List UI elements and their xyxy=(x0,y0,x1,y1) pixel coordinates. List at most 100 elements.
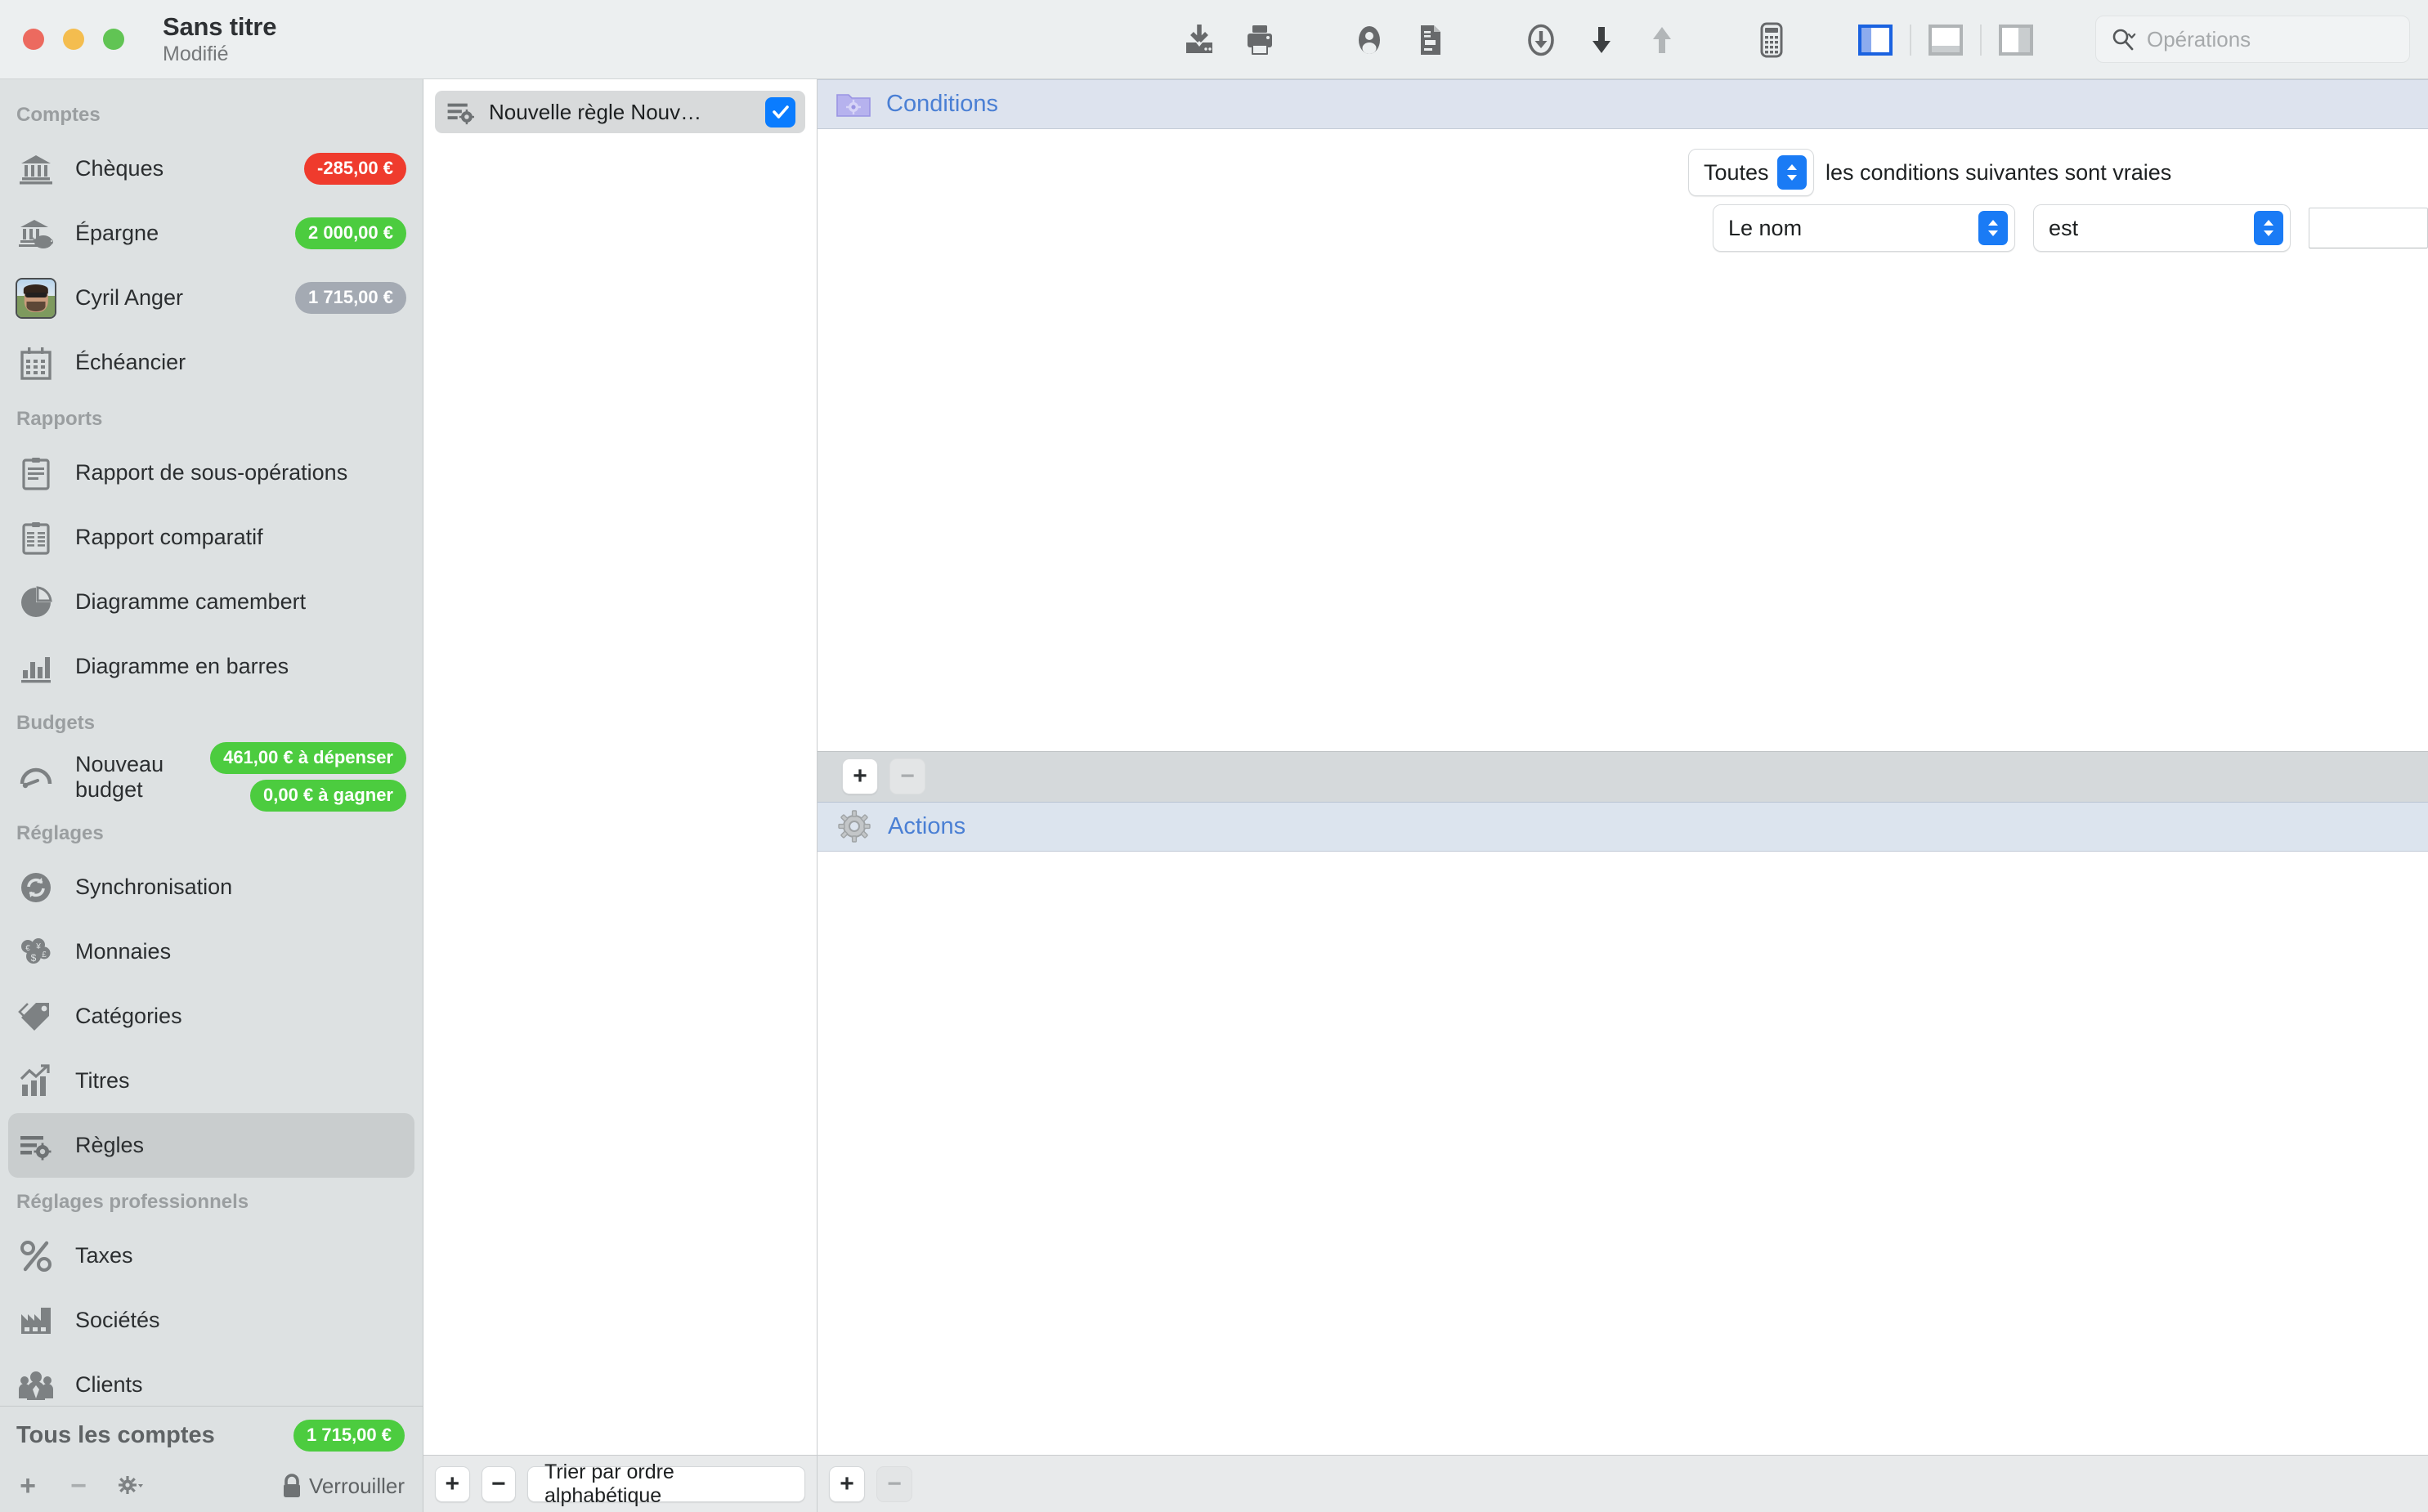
add-rule-button[interactable]: + xyxy=(435,1465,470,1502)
sidebar-item-diagramme-camembert[interactable]: Diagramme camembert xyxy=(8,570,414,634)
window-titlebar: Sans titre Modifié Opérations xyxy=(0,0,2428,79)
rule-enabled-checkbox[interactable] xyxy=(765,96,795,127)
segment-divider xyxy=(1910,24,1911,56)
entry-down-button[interactable] xyxy=(1571,10,1632,70)
add-account-button[interactable]: + xyxy=(11,1470,44,1502)
rules-icon xyxy=(445,96,477,128)
remove-action-button[interactable]: − xyxy=(876,1465,912,1502)
stepper-arrows-icon[interactable] xyxy=(1978,211,2009,245)
print-button[interactable] xyxy=(1230,10,1290,70)
sort-button-label: Trier par ordre alphabétique xyxy=(544,1460,674,1507)
condition-operator-value: est xyxy=(2049,215,2079,240)
condition-value-input[interactable] xyxy=(2309,208,2428,248)
sidebar-view-icon xyxy=(1858,24,1893,56)
sidebar-group-reglages-label: Réglages xyxy=(16,822,104,844)
sidebar-item-label: Rapport de sous-opérations xyxy=(75,460,348,485)
lock-button[interactable]: Verrouiller xyxy=(280,1473,405,1499)
conditions-match-row: Toutes les conditions suivantes sont vra… xyxy=(818,147,2428,198)
condition-field-popup[interactable]: Le nom xyxy=(1713,204,2016,252)
sort-alphabetically-button[interactable]: Trier par ordre alphabétique xyxy=(527,1461,805,1507)
window-controls xyxy=(23,29,124,50)
sidebar-actions-gear-button[interactable] xyxy=(113,1470,146,1502)
tag-icon xyxy=(16,997,56,1036)
remove-rule-button[interactable]: − xyxy=(481,1465,516,1502)
clipboard-icon xyxy=(16,454,56,493)
sidebar-item-label: Échéancier xyxy=(75,350,186,374)
conditions-body: Toutes les conditions suivantes sont vra… xyxy=(818,129,2428,751)
document-title-block: Sans titre Modifié xyxy=(163,11,277,65)
actions-body[interactable] xyxy=(818,851,2428,1455)
sidebar-item-label: Cyril Anger xyxy=(75,285,184,310)
sidebar-item-societes[interactable]: Sociétés xyxy=(8,1288,414,1353)
search-icon[interactable] xyxy=(2111,27,2139,51)
contact-button[interactable] xyxy=(1339,10,1400,70)
document-button[interactable] xyxy=(1400,10,1460,70)
sidebar-item-diagramme-en-barres[interactable]: Diagramme en barres xyxy=(8,634,414,699)
sidebar-item-cyril-anger[interactable]: Cyril Anger 1 715,00 € xyxy=(8,266,414,330)
toolbar xyxy=(1169,0,1802,79)
rule-list-item[interactable]: Nouvelle règle Nouv… xyxy=(435,91,805,133)
sidebar-item-clients[interactable]: Clients xyxy=(8,1353,414,1406)
zoom-window-button[interactable] xyxy=(103,29,124,50)
clipboard-split-icon xyxy=(16,518,56,557)
close-window-button[interactable] xyxy=(23,29,44,50)
sidebar-item-rapport-sous-operations[interactable]: Rapport de sous-opérations xyxy=(8,441,414,505)
all-accounts-total-badge: 1 715,00 € xyxy=(293,1420,405,1452)
match-mode-popup[interactable]: Toutes xyxy=(1688,149,1814,196)
import-button[interactable] xyxy=(1169,10,1230,70)
rules-list[interactable]: Nouvelle règle Nouv… xyxy=(423,79,817,1455)
checkmark-icon xyxy=(772,105,789,119)
import-icon xyxy=(1186,24,1212,53)
arrow-down-icon xyxy=(1593,26,1610,53)
add-condition-button[interactable]: + xyxy=(842,758,878,794)
stepper-arrows-icon[interactable] xyxy=(2254,211,2283,245)
sidebar-item-label: Sociétés xyxy=(75,1308,160,1332)
toggle-bottom-panel-button[interactable] xyxy=(1922,19,1969,61)
calculator-icon xyxy=(1760,22,1783,57)
sidebar-item-categories[interactable]: Catégories xyxy=(8,984,414,1049)
all-accounts-total-row: Tous les comptes 1 715,00 € xyxy=(0,1407,423,1463)
pie-chart-icon xyxy=(16,583,56,622)
sidebar-item-echeancier[interactable]: Échéancier xyxy=(8,330,414,395)
sidebar-item-cheques[interactable]: Chèques -285,00 € xyxy=(8,136,414,201)
percent-icon xyxy=(16,1237,56,1276)
piggybank-icon xyxy=(16,214,56,253)
people-icon xyxy=(16,1366,56,1405)
remove-condition-button[interactable]: − xyxy=(889,758,925,794)
account-balance-badge: -285,00 € xyxy=(304,153,406,185)
sidebar-item-regles[interactable]: Règles xyxy=(8,1113,414,1178)
sidebar-item-monnaies[interactable]: € ¥ £ $ Monnaies xyxy=(8,919,414,984)
download-circle-button[interactable] xyxy=(1511,10,1571,70)
remove-account-button[interactable]: − xyxy=(62,1470,95,1502)
stocks-icon xyxy=(16,1062,56,1101)
condition-operator-popup[interactable]: est xyxy=(2033,204,2291,252)
calculator-button[interactable] xyxy=(1741,10,1802,70)
condition-field-value: Le nom xyxy=(1728,215,1803,240)
actions-title: Actions xyxy=(888,812,966,839)
bottom-view-icon xyxy=(1929,24,1963,56)
sidebar-item-rapport-comparatif[interactable]: Rapport comparatif xyxy=(8,505,414,570)
view-segmented-control xyxy=(1852,0,2040,79)
right-view-icon xyxy=(1999,24,2033,56)
sidebar-item-taxes[interactable]: Taxes xyxy=(8,1223,414,1288)
match-sentence: les conditions suivantes sont vraies xyxy=(1825,159,2172,185)
sidebar-item-titres[interactable]: Titres xyxy=(8,1049,414,1113)
sidebar-item-synchronisation[interactable]: Synchronisation xyxy=(8,855,414,919)
sidebar-group-rapports-label: Rapports xyxy=(16,408,103,430)
rules-list-toolbar: + − Trier par ordre alphabétique xyxy=(423,1455,817,1512)
segment-divider xyxy=(1980,24,1982,56)
search-field[interactable]: Opérations xyxy=(2095,16,2410,63)
sidebar-item-nouveau-budget[interactable]: Nouveau budget 461,00 € à dépenser 0,00 … xyxy=(8,742,414,812)
minimize-window-button[interactable] xyxy=(63,29,84,50)
sidebar-group-comptes-label: Comptes xyxy=(16,104,101,126)
stepper-arrows-icon[interactable] xyxy=(1777,155,1807,190)
exit-up-button[interactable] xyxy=(1632,10,1692,70)
sidebar-item-epargne[interactable]: Épargne 2 000,00 € xyxy=(8,201,414,266)
add-action-button[interactable]: + xyxy=(829,1465,865,1502)
budget-to-spend-badge: 461,00 € à dépenser xyxy=(210,742,406,774)
sidebar-scroll-area[interactable]: Comptes Chèques -285,00 € Épargne 2 000,… xyxy=(0,79,423,1406)
toggle-right-panel-button[interactable] xyxy=(1992,19,2040,61)
toggle-sidebar-button[interactable] xyxy=(1852,19,1899,61)
factory-icon xyxy=(16,1301,56,1340)
window-title: Sans titre xyxy=(163,11,277,41)
